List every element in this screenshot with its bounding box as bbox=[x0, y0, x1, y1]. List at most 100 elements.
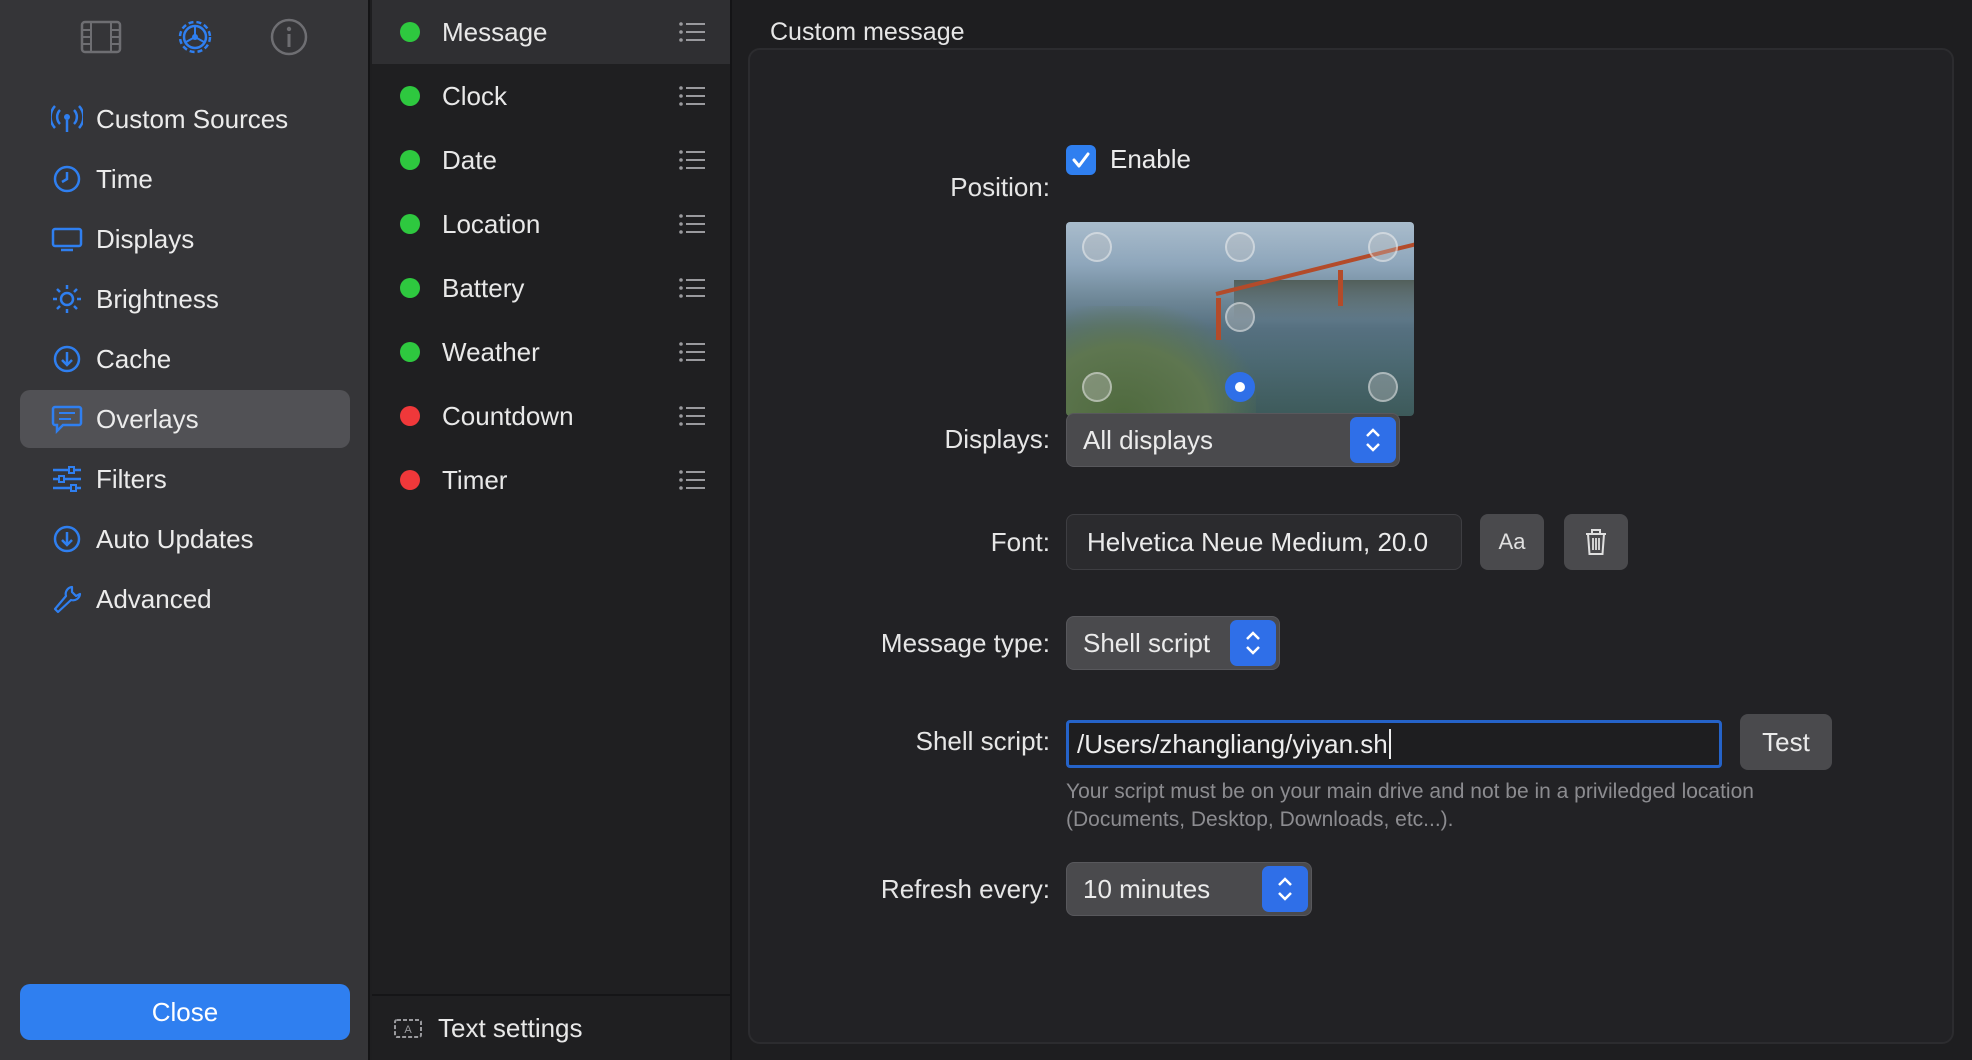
sidebar-item-auto-updates[interactable]: Auto Updates bbox=[20, 510, 350, 568]
list-item-location[interactable]: Location bbox=[372, 192, 730, 256]
sidebar-item-filters[interactable]: Filters bbox=[20, 450, 350, 508]
wrench-icon bbox=[50, 582, 84, 616]
sidebar-item-label: Displays bbox=[96, 223, 195, 254]
list-item-clock[interactable]: Clock bbox=[372, 64, 730, 128]
position-radio-bottom-right[interactable] bbox=[1368, 372, 1398, 402]
text-settings-item[interactable]: A Text settings bbox=[372, 994, 730, 1060]
list-item-countdown[interactable]: Countdown bbox=[372, 384, 730, 448]
status-dot bbox=[400, 278, 420, 298]
sidebar-item-label: Auto Updates bbox=[96, 523, 254, 554]
sidebar-item-label: Cache bbox=[96, 343, 172, 374]
list-drag-icon[interactable] bbox=[678, 340, 706, 364]
text-settings-label: Text settings bbox=[438, 1012, 583, 1043]
svg-text:A: A bbox=[404, 1024, 412, 1036]
shell-script-value: /Users/zhangliang/yiyan.sh bbox=[1077, 728, 1388, 759]
list-drag-icon[interactable] bbox=[678, 468, 706, 492]
list-item-label: Clock bbox=[442, 80, 508, 111]
refresh-label: Refresh every: bbox=[880, 874, 1050, 904]
list-item-battery[interactable]: Battery bbox=[372, 256, 730, 320]
refresh-value: 10 minutes bbox=[1083, 873, 1211, 904]
sidebar-item-custom-sources[interactable]: Custom Sources bbox=[20, 90, 350, 148]
font-label: Font: bbox=[990, 527, 1050, 557]
enable-label: Enable bbox=[1110, 144, 1191, 174]
film-icon[interactable] bbox=[78, 14, 124, 60]
trash-icon bbox=[1586, 529, 1606, 555]
font-field: Helvetica Neue Medium, 20.0 bbox=[1066, 514, 1462, 570]
status-dot bbox=[400, 342, 420, 362]
test-button[interactable]: Test bbox=[1740, 714, 1832, 770]
list-item-message[interactable]: Message bbox=[372, 0, 730, 64]
position-label: Position: bbox=[950, 172, 1050, 202]
update-icon bbox=[50, 522, 84, 556]
list-drag-icon[interactable] bbox=[678, 212, 706, 236]
clock-icon bbox=[50, 162, 84, 196]
refresh-popup[interactable]: 10 minutes bbox=[1066, 862, 1312, 916]
list-item-label: Timer bbox=[442, 464, 508, 495]
reset-font-button[interactable] bbox=[1564, 514, 1628, 570]
test-label: Test bbox=[1762, 726, 1810, 757]
sidebar-item-displays[interactable]: Displays bbox=[20, 210, 350, 268]
sidebar-item-overlays[interactable]: Overlays bbox=[20, 390, 350, 448]
list-item-label: Countdown bbox=[442, 400, 574, 431]
panel-title: Custom message bbox=[770, 18, 965, 46]
position-radio-top-center[interactable] bbox=[1225, 232, 1255, 262]
list-item-label: Battery bbox=[442, 272, 525, 303]
font-picker-button[interactable]: Aa bbox=[1480, 514, 1544, 570]
sidebar-nav: Custom Sources Time Displays Brightness … bbox=[20, 90, 350, 630]
message-type-label: Message type: bbox=[880, 628, 1050, 658]
position-preview-tower bbox=[1216, 298, 1221, 340]
font-picker-label: Aa bbox=[1498, 529, 1526, 554]
position-radio-bottom-left[interactable] bbox=[1082, 372, 1112, 402]
position-preview-tower bbox=[1338, 270, 1343, 306]
position-radio-bottom-center[interactable] bbox=[1225, 372, 1255, 402]
position-radio-center[interactable] bbox=[1225, 302, 1255, 332]
sidebar-tab-bar bbox=[78, 14, 312, 60]
displays-popup[interactable]: All displays bbox=[1066, 413, 1400, 467]
status-dot bbox=[400, 150, 420, 170]
gear-icon[interactable] bbox=[172, 14, 218, 60]
list-drag-icon[interactable] bbox=[678, 276, 706, 300]
preferences-window: Custom Sources Time Displays Brightness … bbox=[0, 0, 1972, 1060]
enable-checkbox[interactable] bbox=[1066, 145, 1096, 175]
display-icon bbox=[50, 222, 84, 256]
chevron-updown-icon bbox=[1230, 620, 1276, 666]
sidebar-item-brightness[interactable]: Brightness bbox=[20, 270, 350, 328]
antenna-icon bbox=[50, 102, 84, 136]
list-item-label: Location bbox=[442, 208, 541, 239]
position-radio-top-left[interactable] bbox=[1082, 232, 1112, 262]
sidebar-item-label: Custom Sources bbox=[96, 103, 289, 134]
status-dot bbox=[400, 470, 420, 490]
overlay-list: Message Clock Date Location Battery Weat… bbox=[372, 0, 732, 1060]
list-item-timer[interactable]: Timer bbox=[372, 448, 730, 512]
message-type-popup[interactable]: Shell script bbox=[1066, 616, 1280, 670]
hint-line: Your script must be on your main drive a… bbox=[1066, 780, 1754, 803]
sidebar-item-advanced[interactable]: Advanced bbox=[20, 570, 350, 628]
list-drag-icon[interactable] bbox=[678, 20, 706, 44]
shell-script-input[interactable]: /Users/zhangliang/yiyan.sh bbox=[1066, 720, 1722, 768]
sidebar-item-cache[interactable]: Cache bbox=[20, 330, 350, 388]
sliders-icon bbox=[50, 462, 84, 496]
position-picker[interactable] bbox=[1066, 222, 1414, 416]
sidebar-item-label: Brightness bbox=[96, 283, 219, 314]
position-radio-top-right[interactable] bbox=[1368, 232, 1398, 262]
status-dot bbox=[400, 86, 420, 106]
position-preview-image bbox=[1234, 280, 1414, 320]
list-item-label: Message bbox=[442, 16, 548, 47]
settings-panel: Custom message Enable Position: Displays… bbox=[732, 0, 1972, 1060]
checkmark-icon bbox=[1072, 152, 1090, 168]
settings-group: Enable Position: Displays: All displays bbox=[748, 48, 1954, 1044]
close-button[interactable]: Close bbox=[20, 984, 350, 1040]
list-drag-icon[interactable] bbox=[678, 148, 706, 172]
list-drag-icon[interactable] bbox=[678, 84, 706, 108]
sidebar-item-label: Time bbox=[96, 163, 153, 194]
sidebar-item-label: Filters bbox=[96, 463, 167, 494]
info-icon[interactable] bbox=[266, 14, 312, 60]
font-value: Helvetica Neue Medium, 20.0 bbox=[1087, 526, 1429, 557]
list-item-weather[interactable]: Weather bbox=[372, 320, 730, 384]
chevron-updown-icon bbox=[1262, 866, 1308, 912]
list-drag-icon[interactable] bbox=[678, 404, 706, 428]
list-item-date[interactable]: Date bbox=[372, 128, 730, 192]
download-icon bbox=[50, 342, 84, 376]
text-settings-icon: A bbox=[394, 1019, 422, 1038]
sidebar-item-time[interactable]: Time bbox=[20, 150, 350, 208]
